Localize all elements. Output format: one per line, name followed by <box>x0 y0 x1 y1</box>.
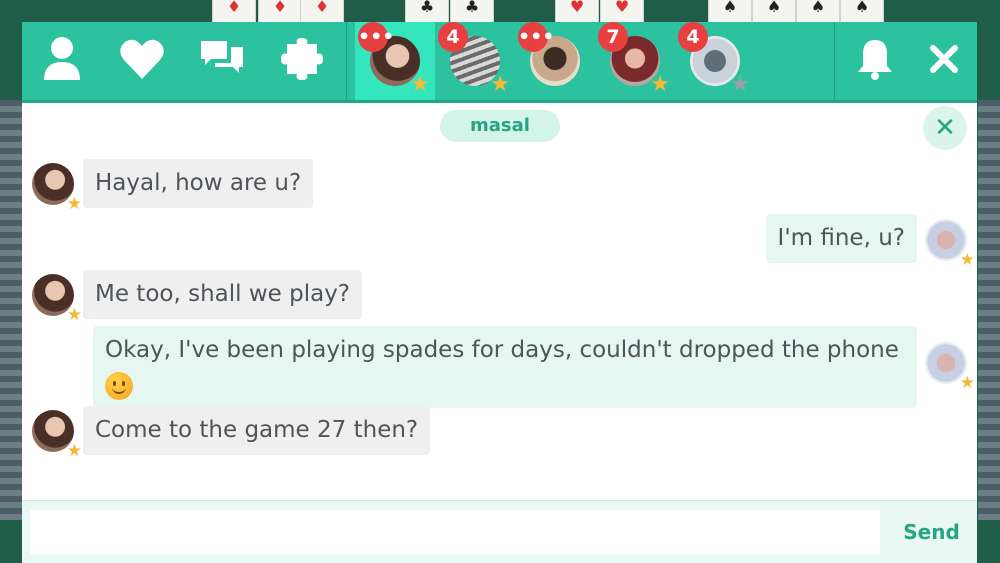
chat-bubbles-icon <box>199 39 245 83</box>
message-composer: Send <box>22 500 977 563</box>
message-bubble-outgoing: I'm fine, u? <box>765 214 917 263</box>
close-icon <box>929 45 958 77</box>
friend-tab-3[interactable]: ••• <box>515 22 595 100</box>
my-avatar: ★ <box>925 342 975 392</box>
star-icon: ★ <box>66 194 82 214</box>
card-deck-left <box>0 100 22 520</box>
close-button[interactable] <box>910 22 977 100</box>
unread-badge: 7 <box>598 22 628 52</box>
games-button[interactable] <box>262 22 342 100</box>
star-icon: ★ <box>730 72 750 97</box>
profile-icon <box>42 36 82 86</box>
star-icon: ★ <box>490 72 510 97</box>
typing-badge: ••• <box>358 22 394 52</box>
chat-partner-name: masal <box>440 110 560 142</box>
unread-badge: 4 <box>678 22 708 52</box>
star-icon: ★ <box>410 72 430 97</box>
message-bubble-incoming: Me too, shall we play? <box>83 270 363 319</box>
my-avatar: ★ <box>925 219 975 269</box>
unread-badge: 4 <box>438 22 468 52</box>
star-icon: ★ <box>66 441 82 461</box>
puzzle-icon <box>279 36 325 86</box>
avatar: ••• ★ <box>358 22 430 96</box>
close-chat-button[interactable]: ✕ <box>923 106 967 150</box>
divider <box>346 22 347 100</box>
send-button[interactable]: Send <box>894 510 969 554</box>
messages-button[interactable] <box>182 22 262 100</box>
friend-tab-2[interactable]: 4 ★ <box>435 22 515 100</box>
heart-icon <box>119 38 165 84</box>
message-bubble-incoming: Hayal, how are u? <box>83 159 314 208</box>
message-input[interactable] <box>30 510 880 554</box>
friend-tab-1[interactable]: ••• ★ <box>355 22 435 100</box>
smiley-emoji-icon <box>105 371 133 400</box>
avatar: 7 ★ <box>598 22 670 96</box>
partner-avatar: ★ <box>32 163 82 213</box>
avatar: ••• <box>518 22 580 86</box>
close-icon: ✕ <box>934 113 956 143</box>
friend-tab-5[interactable]: 4 ★ <box>675 22 755 100</box>
star-icon: ★ <box>959 250 975 270</box>
chat-modal: ••• ★ 4 ★ ••• 7 ★ 4 ★ masal ✕ ★ Hayal, h… <box>22 22 977 563</box>
partner-avatar: ★ <box>32 410 82 460</box>
notifications-button[interactable] <box>840 22 910 100</box>
avatar: 4 ★ <box>678 22 750 96</box>
message-bubble-outgoing: Okay, I've been playing spades for days,… <box>93 326 917 408</box>
divider <box>834 22 835 100</box>
star-icon: ★ <box>650 72 670 97</box>
profile-button[interactable] <box>22 22 102 100</box>
favorites-button[interactable] <box>102 22 182 100</box>
bell-icon <box>857 38 893 84</box>
top-navigation-bar: ••• ★ 4 ★ ••• 7 ★ 4 ★ <box>22 22 977 103</box>
star-icon: ★ <box>66 305 82 325</box>
message-text: Okay, I've been playing spades for days,… <box>105 337 899 363</box>
friend-tab-4[interactable]: 7 ★ <box>595 22 675 100</box>
partner-avatar: ★ <box>32 274 82 324</box>
avatar: 4 ★ <box>438 22 510 96</box>
message-bubble-incoming: Come to the game 27 then? <box>83 406 431 455</box>
card-deck-right <box>978 100 1000 520</box>
typing-badge: ••• <box>518 22 554 52</box>
star-icon: ★ <box>959 373 975 393</box>
